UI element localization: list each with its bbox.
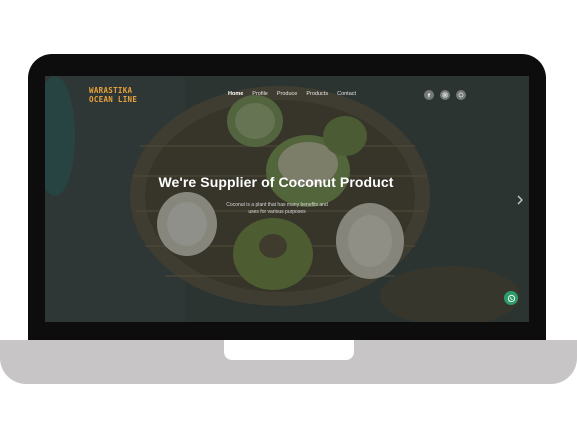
main-nav: Home Profile Produce Products Contact [228, 91, 356, 97]
brand-logo[interactable]: WARASTIKA OCEAN LINE [89, 86, 138, 104]
whatsapp-icon[interactable] [456, 90, 466, 100]
hero-subtitle-line-1: Coconut is a plant that has many benefit… [226, 202, 328, 208]
social-links [424, 90, 466, 100]
hero-overlay [45, 76, 529, 322]
whatsapp-icon [507, 294, 515, 302]
whatsapp-float-button[interactable] [504, 291, 518, 305]
hero-subtitle: Coconut is a plant that has many benefit… [212, 202, 342, 216]
nav-item-products[interactable]: Products [306, 91, 328, 97]
nav-item-profile[interactable]: Profile [252, 91, 268, 97]
hero-subtitle-line-2: uses for various purposes [248, 209, 306, 215]
laptop-screen: WARASTIKA OCEAN LINE Home Profile Produc… [45, 76, 529, 322]
brand-line-2: OCEAN LINE [89, 94, 138, 104]
laptop-base-notch [224, 340, 354, 360]
nav-item-contact[interactable]: Contact [337, 91, 356, 97]
nav-item-produce[interactable]: Produce [277, 91, 298, 97]
hero-title: We're Supplier of Coconut Product [158, 174, 394, 190]
nav-item-home[interactable]: Home [228, 91, 243, 97]
instagram-icon[interactable] [440, 90, 450, 100]
chevron-right-icon[interactable] [515, 194, 525, 206]
facebook-icon[interactable] [424, 90, 434, 100]
